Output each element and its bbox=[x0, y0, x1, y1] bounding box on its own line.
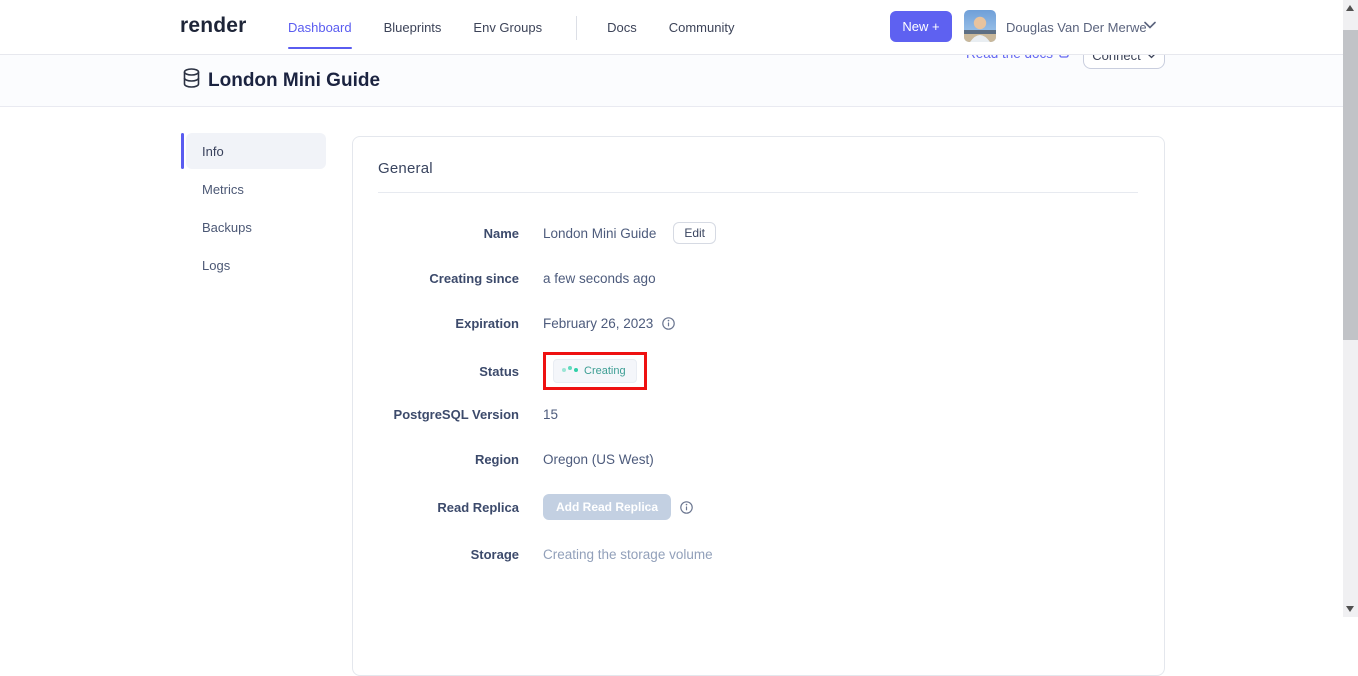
sidebar-nav: Info Metrics Backups Logs bbox=[186, 133, 326, 285]
row-expiration: Expiration February 26, 2023 bbox=[378, 313, 1138, 334]
sidebar-item-info[interactable]: Info bbox=[186, 133, 326, 169]
status-label: Status bbox=[378, 364, 519, 379]
render-logo[interactable]: render bbox=[180, 14, 247, 38]
add-read-replica-button[interactable]: Add Read Replica bbox=[543, 494, 671, 520]
page-title: London Mini Guide bbox=[208, 70, 380, 92]
row-pg-version: PostgreSQL Version 15 bbox=[378, 404, 1138, 425]
general-card: General Name London Mini Guide Edit Crea… bbox=[352, 136, 1165, 676]
storage-value: Creating the storage volume bbox=[543, 547, 713, 562]
loading-dots-icon bbox=[562, 369, 578, 373]
annotation-highlight-box: Creating bbox=[543, 352, 647, 390]
nav-dashboard[interactable]: Dashboard bbox=[288, 0, 352, 55]
name-label: Name bbox=[378, 226, 519, 241]
user-name[interactable]: Douglas Van Der Merwe bbox=[1006, 20, 1147, 35]
row-name: Name London Mini Guide Edit bbox=[378, 222, 1138, 244]
scrollbar-thumb[interactable] bbox=[1343, 30, 1358, 340]
status-badge-text: Creating bbox=[584, 365, 626, 377]
status-badge: Creating bbox=[553, 359, 637, 383]
pg-version-label: PostgreSQL Version bbox=[378, 407, 519, 422]
edit-name-button[interactable]: Edit bbox=[673, 222, 716, 244]
database-icon bbox=[183, 68, 200, 93]
info-icon[interactable] bbox=[680, 501, 693, 514]
chevron-down-icon[interactable] bbox=[1144, 18, 1156, 32]
row-read-replica: Read Replica Add Read Replica bbox=[378, 494, 1138, 520]
pg-version-value: 15 bbox=[543, 407, 558, 422]
primary-nav: Dashboard Blueprints Env Groups Docs Com… bbox=[288, 0, 766, 55]
region-label: Region bbox=[378, 452, 519, 467]
info-icon[interactable] bbox=[662, 317, 675, 330]
expiration-label: Expiration bbox=[378, 316, 519, 331]
sidebar-item-logs[interactable]: Logs bbox=[186, 247, 326, 283]
nav-blueprints[interactable]: Blueprints bbox=[384, 0, 442, 55]
region-value: Oregon (US West) bbox=[543, 452, 654, 467]
avatar-photo bbox=[964, 10, 996, 42]
expiration-value: February 26, 2023 bbox=[543, 316, 653, 331]
nav-env-groups[interactable]: Env Groups bbox=[473, 0, 542, 55]
scroll-down-icon[interactable] bbox=[1346, 606, 1354, 612]
row-storage: Storage Creating the storage volume bbox=[378, 544, 1138, 565]
row-region: Region Oregon (US West) bbox=[378, 449, 1138, 470]
sidebar-active-indicator bbox=[181, 133, 184, 169]
nav-docs[interactable]: Docs bbox=[607, 0, 637, 55]
creating-since-label: Creating since bbox=[378, 271, 519, 286]
nav-community[interactable]: Community bbox=[669, 0, 735, 55]
storage-label: Storage bbox=[378, 547, 519, 562]
vertical-scrollbar[interactable] bbox=[1343, 0, 1358, 617]
sidebar-item-backups[interactable]: Backups bbox=[186, 209, 326, 245]
page-header: London Mini Guide Read the docs Connect bbox=[0, 55, 1358, 107]
card-heading: General bbox=[378, 160, 1138, 177]
creating-since-value: a few seconds ago bbox=[543, 271, 656, 286]
row-creating-since: Creating since a few seconds ago bbox=[378, 268, 1138, 289]
top-navbar: render Dashboard Blueprints Env Groups D… bbox=[0, 0, 1358, 55]
new-button[interactable]: New + bbox=[890, 11, 952, 42]
sidebar-item-metrics[interactable]: Metrics bbox=[186, 171, 326, 207]
read-replica-label: Read Replica bbox=[378, 500, 519, 515]
name-value: London Mini Guide bbox=[543, 226, 656, 241]
scroll-up-icon[interactable] bbox=[1346, 5, 1354, 11]
nav-divider bbox=[576, 16, 577, 40]
user-avatar[interactable] bbox=[964, 10, 996, 42]
card-divider bbox=[378, 192, 1138, 193]
row-status: Status Creating bbox=[378, 352, 1138, 390]
